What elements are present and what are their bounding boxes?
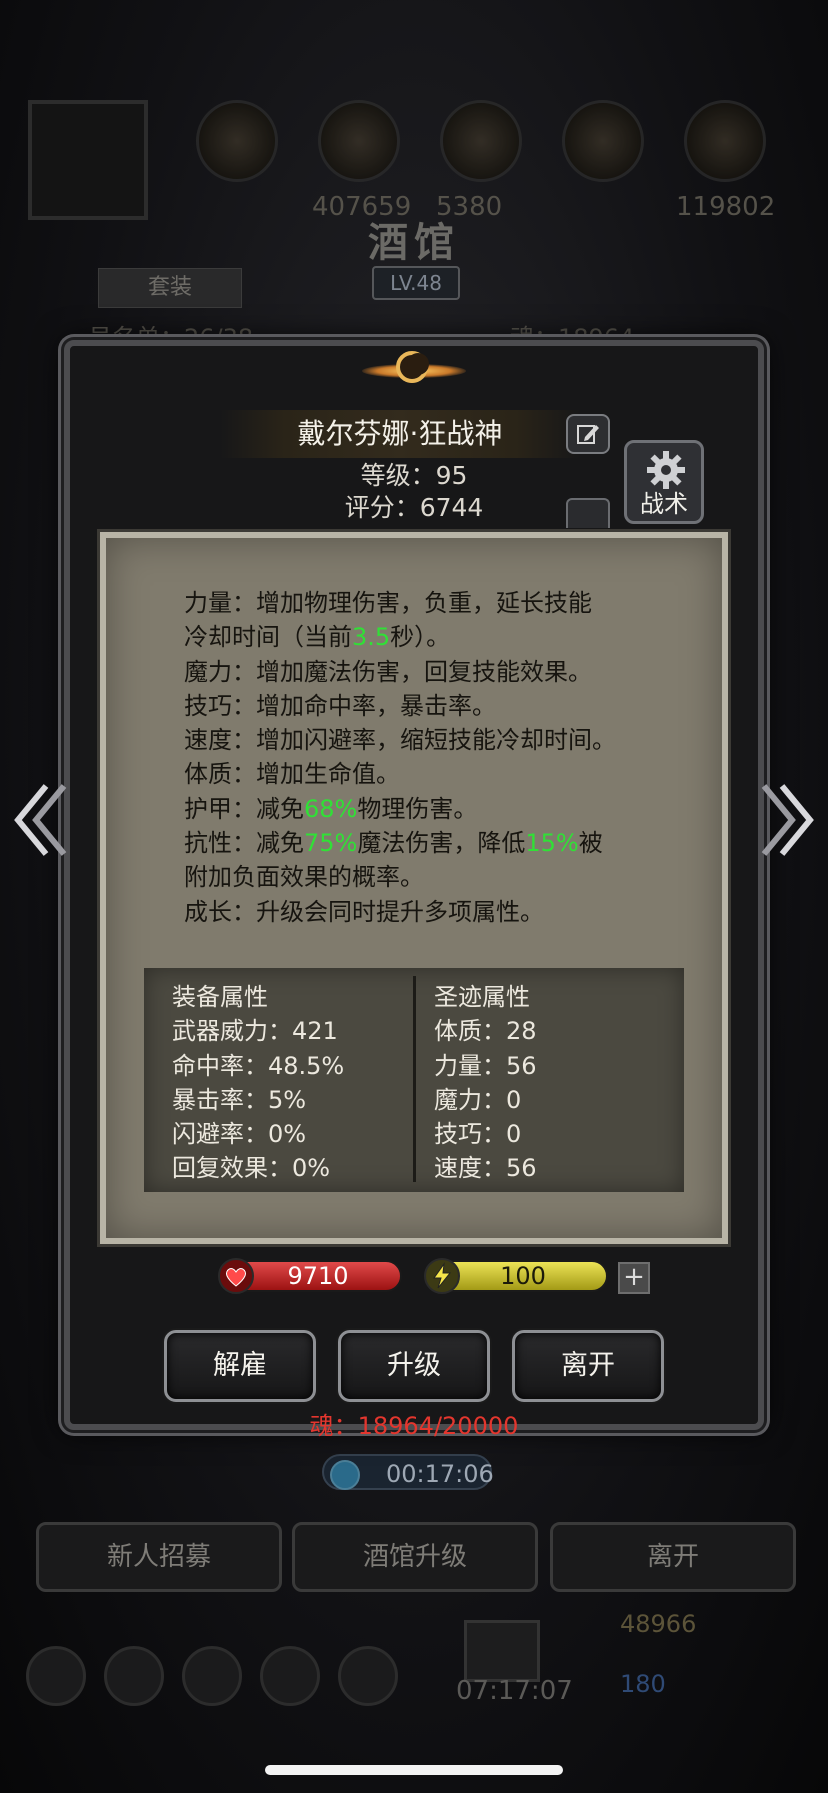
bg-menu-icon (104, 1646, 164, 1706)
desc-skill: 技巧：增加命中率，暴击率。 (184, 691, 496, 720)
armor-value: 68% (304, 794, 358, 823)
bg-resource-icon (684, 100, 766, 182)
bg-leave-button: 离开 (550, 1522, 796, 1592)
debuff-reduce-value: 15% (525, 829, 579, 858)
bg-gems: 180 (620, 1670, 666, 1698)
tactics-label: 战术 (640, 490, 688, 518)
moon-crest-icon (338, 348, 490, 396)
relic-stat: 体质：28 (434, 1017, 537, 1046)
bg-tab-set: 套装 (98, 268, 242, 308)
relic-title: 圣迹属性 (434, 983, 530, 1011)
desc-strength-cont: 冷却时间（当前3.5秒）。 (184, 623, 451, 652)
dismiss-button[interactable]: 解雇 (164, 1330, 316, 1402)
equipment-stat: 命中率：48.5% (172, 1051, 345, 1080)
heart-icon (218, 1258, 254, 1294)
bg-menu-icon (182, 1646, 242, 1706)
desc-strength: 力量：增加物理伤害，负重，延长技能 (184, 589, 592, 617)
equipment-title: 装备属性 (172, 983, 268, 1011)
bg-menu-icon (338, 1646, 398, 1706)
attribute-descriptions: 力量：增加物理伤害，负重，延长技能 冷却时间（当前3.5秒）。 魔力：增加魔法伤… (184, 586, 704, 929)
hero-name: 戴尔芬娜·狂战神 (220, 410, 580, 458)
bg-menu-icon (260, 1646, 320, 1706)
timer-icon (330, 1460, 360, 1490)
bg-clock: 07:17:07 (456, 1676, 573, 1706)
equipment-stat: 武器威力：421 (172, 1017, 338, 1046)
home-indicator[interactable] (265, 1765, 563, 1775)
energy-value: 100 (500, 1262, 546, 1290)
desc-growth: 成长：升级会同时提升多项属性。 (184, 897, 544, 926)
bg-menu-icon (26, 1646, 86, 1706)
desc-resistance-cont: 附加负面效果的概率。 (184, 863, 424, 892)
equipment-stat: 暴击率：5% (172, 1085, 307, 1114)
bg-title: 酒馆 (368, 220, 460, 266)
desc-magic: 魔力：增加魔法伤害，回复技能效果。 (184, 657, 592, 686)
relic-stats: 圣迹属性 体质：28 力量：56 魔力：0 技巧：0 速度：56 (434, 980, 537, 1186)
desc-constitution: 体质：增加生命值。 (184, 760, 400, 789)
relic-stat: 魔力：0 (434, 1085, 522, 1114)
desc-armor: 护甲：减免68%物理伤害。 (184, 794, 478, 823)
bg-level-badge: LV.48 (372, 266, 460, 300)
equipment-stat: 闪避率：0% (172, 1120, 307, 1149)
leave-button[interactable]: 离开 (512, 1330, 664, 1402)
edit-icon (577, 425, 599, 444)
rename-button[interactable] (566, 414, 610, 454)
bg-recruit-button: 新人招募 (36, 1522, 282, 1592)
bg-tavern-upgrade-button: 酒馆升级 (292, 1522, 538, 1592)
soul-counter: 魂：18964/20000 (309, 1412, 519, 1440)
timer-text: 00:17:06 (386, 1460, 494, 1488)
equipment-stat: 回复效果：0% (172, 1154, 331, 1183)
hp-value: 9710 (287, 1262, 349, 1290)
upgrade-button[interactable]: 升级 (338, 1330, 490, 1402)
next-hero-arrow-icon[interactable] (758, 780, 818, 860)
desc-resistance: 抗性：减免75%魔法伤害，降低15%被 (184, 829, 603, 858)
bg-resource-icon (318, 100, 400, 182)
relic-stat: 速度：56 (434, 1154, 537, 1183)
resist-value: 75% (304, 829, 358, 858)
relic-stat: 力量：56 (434, 1051, 537, 1080)
bg-resource-icon (196, 100, 278, 182)
stats-divider (413, 976, 416, 1182)
tactics-button[interactable]: 战术 (624, 440, 704, 524)
bg-gold: 48966 (620, 1610, 697, 1638)
bg-resource-icon (440, 100, 522, 182)
relic-stat: 技巧：0 (434, 1120, 522, 1149)
bg-portrait (28, 100, 148, 220)
bg-chest-icon (464, 1620, 540, 1682)
equipment-stats: 装备属性 武器威力：421 命中率：48.5% 暴击率：5% 闪避率：0% 回复… (172, 980, 344, 1186)
bg-timer: 00:17:06 (322, 1454, 494, 1490)
lightning-icon (424, 1258, 460, 1294)
desc-speed: 速度：增加闪避率，缩短技能冷却时间。 (184, 726, 616, 755)
bg-resource-icon (562, 100, 644, 182)
upgrade-arrow-icon[interactable] (566, 498, 610, 528)
cooldown-value: 3.5 (352, 623, 391, 652)
previous-hero-arrow-icon[interactable] (10, 780, 70, 860)
add-energy-button[interactable]: + (618, 1262, 650, 1294)
